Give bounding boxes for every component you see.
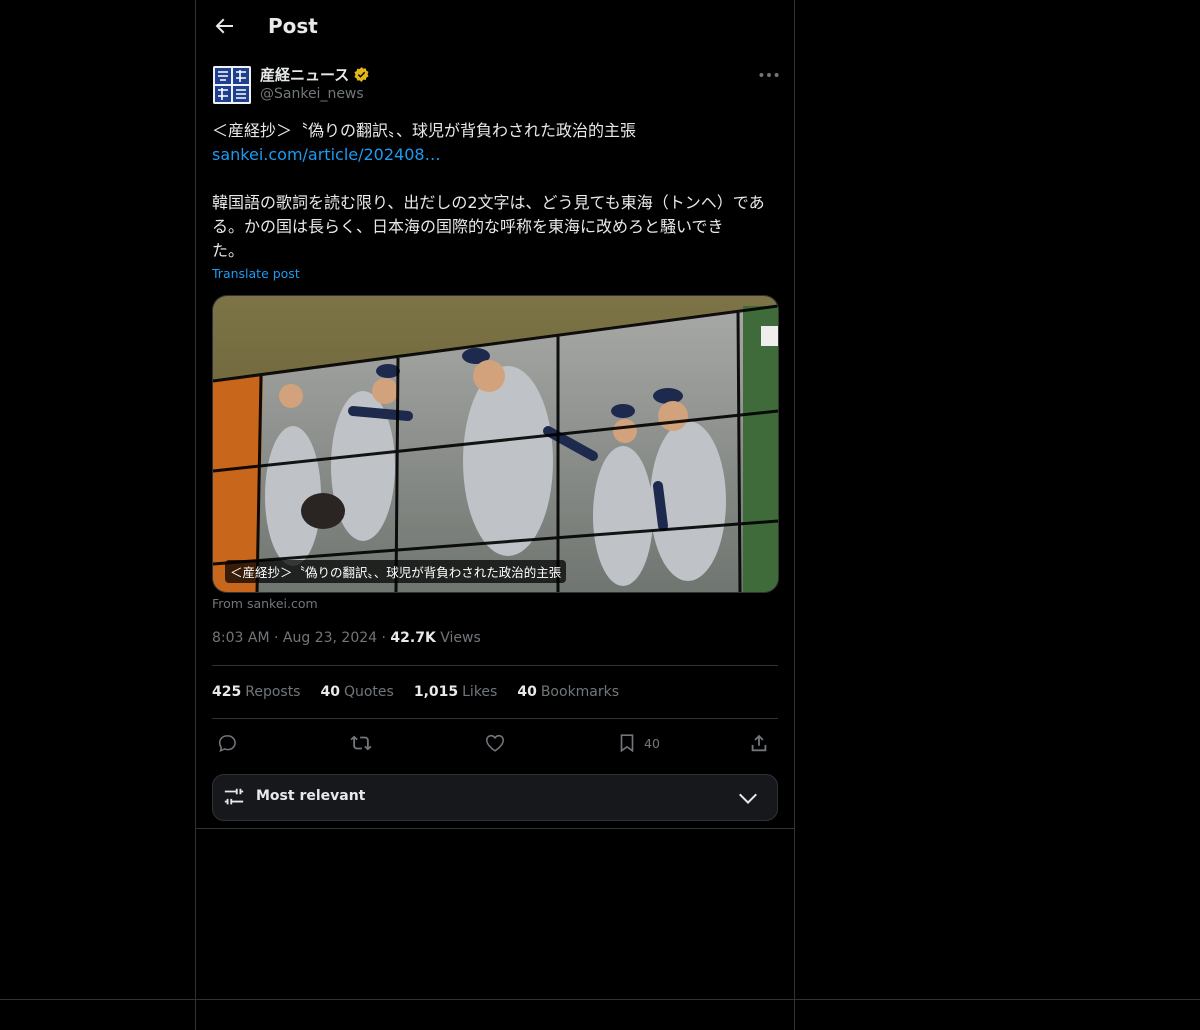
page-title: Post (268, 14, 318, 38)
link-card[interactable]: ＜産経抄＞〝偽りの翻訳〟、球児が背負わされた政治的主張 (212, 295, 779, 593)
card-caption: ＜産経抄＞〝偽りの翻訳〟、球児が背負わされた政治的主張 (225, 560, 567, 583)
author-handle[interactable]: @Sankei_news (260, 86, 364, 102)
sliders-icon (224, 788, 244, 805)
card-image (213, 296, 778, 592)
card-source[interactable]: From sankei.com (212, 596, 318, 611)
like-button[interactable] (484, 731, 506, 755)
post-headline: ＜産経抄＞〝偽りの翻訳〟、球児が背負わされた政治的主張 (212, 121, 637, 140)
post-body-tail: た。 (212, 241, 245, 260)
post-time[interactable]: 8:03 AM (212, 630, 270, 646)
post-body: 韓国語の歌詞を読む限り、出だしの2文字は、どう見ても東海（トンヘ）である。かの国… (212, 193, 765, 236)
chevron-down-icon (739, 793, 757, 805)
meta-separator: · (381, 630, 386, 646)
quotes-label: Quotes (343, 684, 394, 700)
page-header: Post (196, 0, 794, 53)
avatar[interactable] (213, 66, 251, 104)
bookmarks-label: Bookmarks (540, 684, 620, 700)
back-arrow-icon[interactable] (212, 14, 236, 38)
divider (212, 665, 778, 666)
likes-label: Likes (462, 684, 498, 700)
bookmark-count: 40 (644, 735, 660, 751)
repost-icon (350, 735, 372, 751)
post-meta: 8:03 AM · Aug 23, 2024 · 42.7K Views (212, 630, 481, 646)
author-name[interactable]: 産経ニュース (260, 64, 349, 85)
more-options-icon[interactable] (756, 62, 782, 88)
reposts-label: Reposts (245, 684, 301, 700)
sankei-logo-icon (213, 66, 251, 104)
action-bar: 40 (212, 731, 778, 757)
reposts-count: 425 (212, 684, 242, 700)
bookmarks-stat[interactable]: 40 Bookmarks (517, 684, 619, 700)
bookmark-icon (620, 734, 634, 753)
post-link[interactable]: sankei.com/article/202408… (212, 143, 778, 167)
bookmark-button[interactable]: 40 (616, 731, 660, 755)
meta-separator: · (274, 630, 279, 646)
quotes-stat[interactable]: 40 Quotes (320, 684, 393, 700)
post-date[interactable]: Aug 23, 2024 (283, 630, 377, 646)
views-label: Views (440, 630, 481, 646)
main-column: Post 産経ニュース @Sankei_news ＜産経抄＞〝偽りの翻訳〟、球児… (195, 0, 795, 1030)
author-name-row[interactable]: 産経ニュース (260, 64, 370, 85)
share-icon (751, 734, 767, 752)
quotes-count: 40 (320, 684, 340, 700)
verified-badge-icon (354, 67, 369, 82)
share-button[interactable] (748, 731, 770, 755)
sort-label: Most relevant (256, 788, 366, 804)
reply-icon (218, 735, 236, 753)
translate-post-link[interactable]: Translate post (212, 266, 300, 281)
likes-stat[interactable]: 1,015 Likes (414, 684, 498, 700)
bottom-border (0, 999, 1200, 1000)
bookmarks-count: 40 (517, 684, 537, 700)
post-stats: 425 Reposts 40 Quotes 1,015 Likes 40 Bookmar… (212, 684, 619, 700)
repost-button[interactable] (350, 731, 372, 755)
likes-count: 1,015 (413, 684, 459, 700)
reply-sort-dropdown[interactable]: Most relevant (212, 774, 778, 821)
reposts-stat[interactable]: 425 Reposts (212, 684, 300, 700)
section-divider (196, 828, 794, 829)
views-count: 42.7K (390, 630, 436, 646)
divider (212, 718, 778, 719)
reply-button[interactable] (216, 731, 238, 755)
heart-icon (485, 734, 505, 752)
